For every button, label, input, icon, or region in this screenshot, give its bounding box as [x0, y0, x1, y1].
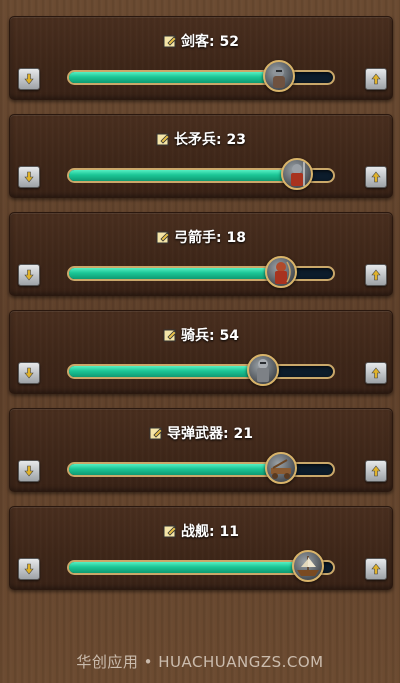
decrease-button[interactable] [18, 362, 40, 384]
spearman-icon[interactable] [281, 158, 314, 190]
unit-panel-swordsman: 剑客: 52 [9, 16, 393, 100]
increase-button[interactable] [365, 264, 387, 286]
unit-label: 剑客: 52 [181, 34, 239, 50]
edit-icon[interactable] [163, 524, 177, 538]
quantity-slider[interactable] [67, 364, 335, 379]
unit-title[interactable]: 战舰: 11 [10, 521, 392, 541]
decrease-button[interactable] [18, 166, 40, 188]
arrow-down-icon [24, 465, 34, 477]
unit-panel-spearman: 长矛兵: 23 [9, 114, 393, 198]
arrow-up-icon [371, 563, 381, 575]
arrow-down-icon [24, 73, 34, 85]
arrow-up-icon [371, 465, 381, 477]
warship-icon[interactable] [292, 550, 325, 582]
swordsman-icon[interactable] [262, 60, 295, 92]
slider-fill [69, 170, 297, 181]
unit-title[interactable]: 弓箭手: 18 [10, 227, 392, 247]
unit-label: 弓箭手: 18 [174, 230, 246, 246]
arrow-down-icon [24, 367, 34, 379]
unit-label: 战舰: 11 [181, 524, 239, 540]
edit-icon[interactable] [156, 230, 170, 244]
unit-panel-warship: 战舰: 11 [9, 506, 393, 590]
slider-fill [69, 366, 262, 377]
decrease-button[interactable] [18, 264, 40, 286]
increase-button[interactable] [365, 68, 387, 90]
watermark: 华创应用 • HUACHUANGZS.COM [76, 653, 324, 671]
decrease-button[interactable] [18, 68, 40, 90]
unit-panel-siege: 导弹武器: 21 [9, 408, 393, 492]
unit-label: 长矛兵: 23 [174, 132, 246, 148]
increase-button[interactable] [365, 558, 387, 580]
archer-icon[interactable] [265, 256, 298, 288]
arrow-up-icon [371, 171, 381, 183]
unit-panel-cavalry: 骑兵: 54 [9, 310, 393, 394]
increase-button[interactable] [365, 460, 387, 482]
slider-fill [69, 72, 278, 83]
increase-button[interactable] [365, 362, 387, 384]
unit-title[interactable]: 骑兵: 54 [10, 325, 392, 345]
siege-weapon-icon[interactable] [265, 452, 298, 484]
increase-button[interactable] [365, 166, 387, 188]
arrow-up-icon [371, 269, 381, 281]
unit-label: 导弹武器: 21 [167, 426, 253, 442]
unit-label: 骑兵: 54 [181, 328, 239, 344]
arrow-up-icon [371, 367, 381, 379]
slider-fill [69, 268, 281, 279]
unit-title[interactable]: 剑客: 52 [10, 31, 392, 51]
arrow-down-icon [24, 563, 34, 575]
slider-fill [69, 464, 281, 475]
arrow-down-icon [24, 171, 34, 183]
decrease-button[interactable] [18, 460, 40, 482]
arrow-down-icon [24, 269, 34, 281]
decrease-button[interactable] [18, 558, 40, 580]
edit-icon[interactable] [149, 426, 163, 440]
unit-panel-archer: 弓箭手: 18 [9, 212, 393, 296]
edit-icon[interactable] [163, 34, 177, 48]
cavalry-icon[interactable] [246, 354, 279, 386]
edit-icon[interactable] [163, 328, 177, 342]
quantity-slider[interactable] [67, 70, 335, 85]
unit-title[interactable]: 长矛兵: 23 [10, 129, 392, 149]
slider-fill [69, 562, 307, 573]
unit-title[interactable]: 导弹武器: 21 [10, 423, 392, 443]
edit-icon[interactable] [156, 132, 170, 146]
arrow-up-icon [371, 73, 381, 85]
